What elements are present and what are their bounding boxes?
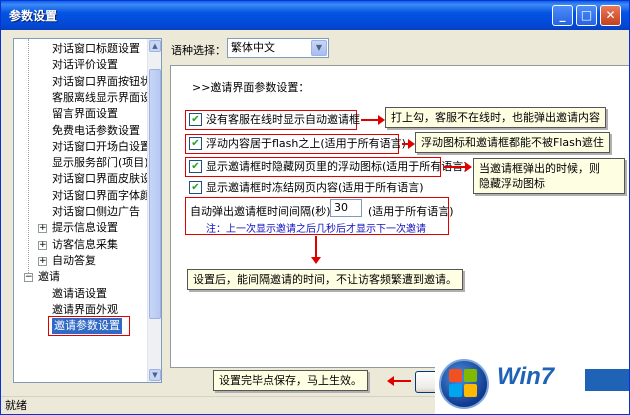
language-select[interactable]: 繁体中文 ▼ <box>227 38 329 58</box>
tree-item-label: 邀请语设置 <box>52 286 107 300</box>
checkbox[interactable]: ✔ <box>189 180 202 194</box>
interval-label: 自动弹出邀请框时间间隔(秒)： <box>190 205 342 218</box>
tree-item-label: 对话窗口标题设置 <box>52 42 140 55</box>
option-label: 浮动内容居于flash之上(适用于所有语言) <box>206 137 406 150</box>
expand-icon[interactable]: + <box>38 240 47 250</box>
callout-line: 当邀请框弹出的时候，则 <box>479 162 600 175</box>
minimize-button[interactable]: _ <box>552 5 573 26</box>
callout-interval: 设置后，能间隔邀请的时间，不让访客频繁遭到邀请。 <box>187 269 463 290</box>
callout-line: 隐藏浮动图标 <box>479 177 545 190</box>
arrow-left-icon <box>387 376 411 386</box>
window-title: 参数设置 <box>9 9 58 23</box>
option-label: 没有客服在线时显示自动邀请框 <box>206 113 360 126</box>
checkbox[interactable]: ✔ <box>189 112 202 126</box>
option-freeze-page[interactable]: ✔ 显示邀请框时冻结网页内容(适用于所有语言) <box>189 180 424 196</box>
logo-bar <box>585 369 629 391</box>
interval-suffix: (适用于所有语言) <box>368 205 454 218</box>
maximize-button[interactable]: □ <box>576 5 597 26</box>
highlight-box-tree-selection <box>48 316 130 337</box>
checkbox[interactable]: ✔ <box>189 159 202 173</box>
tree-guide-line <box>28 39 29 279</box>
expand-icon[interactable]: + <box>38 224 47 234</box>
tree-item-label: 对话窗口界面皮肤设置 <box>52 172 162 186</box>
tree-item-label: 对话窗口侧边广告 <box>52 205 140 218</box>
tree-item-label: 访客信息采集 <box>52 237 118 251</box>
settings-window: 参数设置 _ □ ✕ 对话窗口标题设置 对话评价设置对话窗口界面按钮状态 客服离线显… <box>0 0 630 415</box>
scroll-thumb[interactable] <box>149 69 161 319</box>
expand-icon[interactable]: + <box>38 256 47 266</box>
callout-save: 设置完毕点保存，马上生效。 <box>213 370 368 391</box>
windows-flag-icon <box>449 369 479 399</box>
callout-hide-icon: 当邀请框弹出的时候，则 隐藏浮动图标 <box>473 158 625 194</box>
callout-flash: 浮动图标和邀请框都能不被Flash遮住 <box>415 132 610 153</box>
logo-text: Win7 <box>497 363 555 390</box>
option-label: 显示邀请框时隐藏网页里的浮动图标(适用于所有语言) <box>206 160 468 173</box>
arrow-right-icon <box>444 162 472 172</box>
scroll-up-arrow-icon[interactable]: ▲ <box>149 40 161 52</box>
checkbox[interactable]: ✔ <box>189 136 202 150</box>
scroll-down-arrow-icon[interactable]: ▼ <box>149 369 161 381</box>
settings-tree[interactable]: 对话窗口标题设置 对话评价设置对话窗口界面按钮状态 客服离线显示界面设置 留言界面设置… <box>13 38 162 383</box>
tree-item-label: 自动答复 <box>52 253 96 267</box>
option-float-above-flash[interactable]: ✔ 浮动内容居于flash之上(适用于所有语言) <box>189 136 406 152</box>
tree-item-label: 对话窗口界面按钮状态 <box>52 74 162 88</box>
option-label: 显示邀请框时冻结网页内容(适用于所有语言) <box>206 181 424 194</box>
arrow-right-icon <box>402 139 415 149</box>
arrow-down-icon <box>311 236 321 264</box>
option-no-agent-invite[interactable]: ✔ 没有客服在线时显示自动邀请框 <box>189 112 360 128</box>
tree-item-label: 对话窗口界面字体颜色 <box>52 188 162 202</box>
language-label: 语种选择： <box>171 44 226 57</box>
tree-item-label: 邀请 <box>38 270 60 284</box>
tree-item-label: 客服离线显示界面设置 <box>52 90 162 104</box>
interval-input[interactable]: 30 <box>330 199 362 217</box>
language-value: 繁体中文 <box>231 41 275 54</box>
tree-item-label: 免费电话参数设置 <box>52 123 140 137</box>
tree-item-label: 留言界面设置 <box>52 107 118 121</box>
interval-note: 注：上一次显示邀请之后几秒后才显示下一次邀请 <box>206 224 426 235</box>
callout-no-agent: 打上勾，客服不在线时，也能弹出邀请内容 <box>385 107 606 128</box>
collapse-icon[interactable]: − <box>24 273 33 283</box>
tree-item-label: 显示服务部门(项目)设 <box>52 156 160 170</box>
tree-item-label: 对话窗口开场白设置 <box>52 139 151 153</box>
win7-logo: Win7 <box>435 353 629 414</box>
tree-item-label: 提示信息设置 <box>52 221 118 235</box>
tree-item-label: 对话评价设置 <box>52 58 118 72</box>
section-title: >>邀请界面参数设置： <box>192 81 310 94</box>
arrow-right-icon <box>361 115 385 125</box>
chevron-down-icon[interactable]: ▼ <box>311 40 327 56</box>
title-bar[interactable]: 参数设置 _ □ ✕ <box>1 1 629 30</box>
close-button[interactable]: ✕ <box>600 5 621 26</box>
option-hide-float-icon[interactable]: ✔ 显示邀请框时隐藏网页里的浮动图标(适用于所有语言) <box>189 159 468 175</box>
tree-scrollbar[interactable]: ▲ ▼ <box>147 39 161 382</box>
